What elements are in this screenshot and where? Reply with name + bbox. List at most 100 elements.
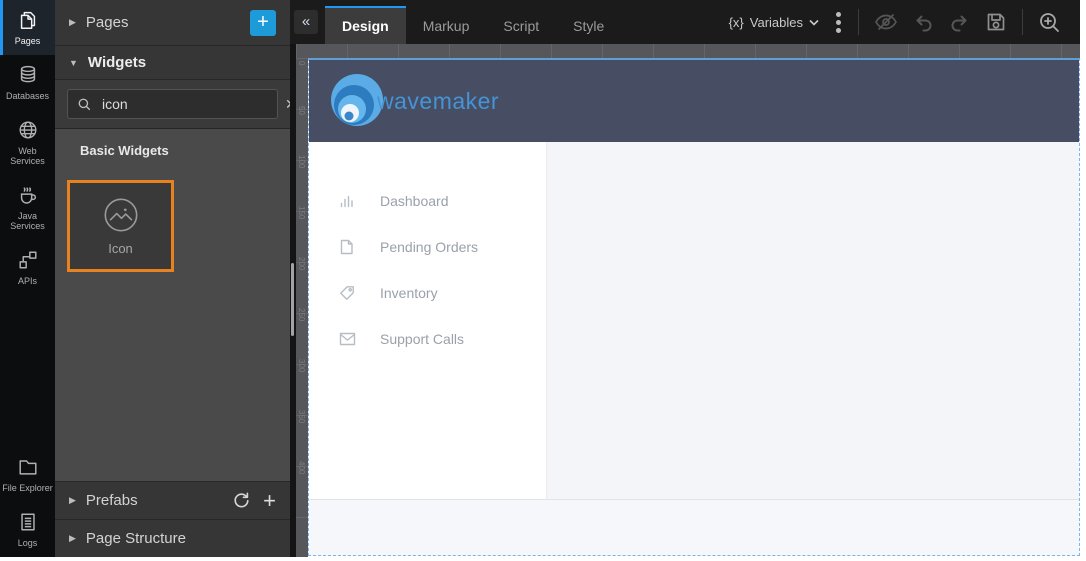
folder-icon bbox=[17, 455, 39, 479]
icon-widget-tile[interactable]: Icon bbox=[67, 180, 174, 272]
refresh-prefabs-icon[interactable] bbox=[232, 491, 251, 510]
toolbar-divider bbox=[1022, 9, 1023, 35]
widget-search-row: ✕ bbox=[55, 80, 297, 129]
widgets-section-header[interactable]: ▼ Widgets bbox=[55, 46, 290, 80]
editor-tabs: Design Markup Script Style bbox=[325, 6, 621, 44]
brand-name: wavemaker bbox=[377, 87, 500, 114]
variables-dropdown[interactable]: {x} Variables bbox=[729, 15, 819, 30]
variables-icon: {x} bbox=[728, 14, 744, 30]
widgets-section-label: Widgets bbox=[87, 54, 147, 71]
ruler-mark: 300 bbox=[297, 359, 306, 373]
prefabs-section-header[interactable]: ▶ Prefabs + bbox=[55, 481, 290, 520]
vertical-ruler: 0 50 100 150 200 250 300 350 400 bbox=[296, 58, 308, 557]
page-structure-section-header[interactable]: ▶ Page Structure bbox=[55, 520, 290, 557]
save-icon[interactable] bbox=[985, 11, 1007, 33]
add-prefab-icon[interactable]: + bbox=[263, 489, 276, 511]
sidebar-item-file-explorer[interactable]: File Explorer bbox=[0, 447, 55, 502]
bar-chart-icon bbox=[339, 193, 356, 209]
coffee-cup-icon bbox=[17, 183, 39, 207]
pages-panel: ▶ Pages + ▼ Widgets ✕ Basic Widgets bbox=[55, 0, 297, 557]
chevron-right-icon: ▶ bbox=[69, 17, 76, 27]
nav-item-label: Inventory bbox=[380, 285, 438, 301]
design-canvas[interactable]: wavemaker Dashboard Pending Orders Inven… bbox=[308, 58, 1080, 556]
sidebar-item-label: Pages bbox=[14, 36, 41, 46]
database-icon bbox=[17, 63, 39, 87]
sidebar-item-label: File Explorer bbox=[2, 483, 53, 493]
app-header[interactable]: wavemaker bbox=[309, 60, 1079, 142]
ruler-mark: 200 bbox=[297, 257, 306, 271]
chevron-down-icon bbox=[809, 19, 819, 26]
sidebar-item-logs[interactable]: Logs bbox=[0, 502, 55, 557]
chevron-right-icon: ▶ bbox=[69, 533, 76, 543]
rail-spacer bbox=[0, 295, 55, 447]
widget-results: Basic Widgets Icon bbox=[55, 129, 290, 481]
redo-icon[interactable] bbox=[949, 12, 970, 32]
wavemaker-studio-window: Pages Databases Web Services Java Servic… bbox=[0, 0, 1086, 561]
sidebar-item-label: Logs bbox=[17, 538, 38, 548]
chevron-down-icon: ▼ bbox=[69, 57, 78, 68]
pages-section-label: Pages bbox=[85, 14, 129, 31]
sidebar-item-label: Java Services bbox=[10, 211, 45, 231]
nav-item-inventory[interactable]: Inventory bbox=[309, 270, 546, 316]
ruler-mark: 50 bbox=[297, 106, 306, 115]
ruler-mark: 250 bbox=[297, 308, 306, 322]
nav-item-support-calls[interactable]: Support Calls bbox=[309, 316, 546, 362]
widget-tile-label: Icon bbox=[108, 241, 133, 256]
add-page-button[interactable]: + bbox=[250, 9, 276, 36]
ruler-mark: 0 bbox=[297, 61, 306, 66]
image-circle-icon bbox=[102, 196, 140, 234]
app-content-area[interactable] bbox=[547, 142, 1079, 499]
tab-design[interactable]: Design bbox=[325, 6, 406, 44]
tab-markup[interactable]: Markup bbox=[406, 6, 487, 44]
ruler-mark: 150 bbox=[297, 206, 306, 220]
chevron-right-icon: ▶ bbox=[69, 495, 76, 505]
document-icon bbox=[339, 239, 356, 255]
nav-item-pending-orders[interactable]: Pending Orders bbox=[309, 224, 546, 270]
nav-item-label: Pending Orders bbox=[380, 239, 479, 255]
app-footer[interactable] bbox=[309, 499, 1079, 555]
undo-icon[interactable] bbox=[913, 12, 934, 32]
tab-script[interactable]: Script bbox=[486, 6, 556, 44]
sidebar-item-label: Databases bbox=[5, 91, 50, 101]
pages-icon bbox=[17, 8, 39, 32]
collapse-panel-button[interactable]: « bbox=[294, 10, 318, 34]
ruler-mark: 350 bbox=[297, 410, 306, 424]
api-flow-icon bbox=[17, 248, 39, 272]
sidebar-item-label: APIs bbox=[17, 276, 37, 286]
nav-item-dashboard[interactable]: Dashboard bbox=[309, 178, 546, 224]
widget-group-title: Basic Widgets bbox=[80, 143, 169, 158]
toolbar-divider bbox=[858, 9, 859, 35]
sidebar-item-apis[interactable]: APIs bbox=[0, 240, 55, 295]
variables-label: Variables bbox=[749, 14, 803, 30]
app-body: Dashboard Pending Orders Inventory Suppo… bbox=[309, 142, 1079, 499]
editor-toolbar: « Design Markup Script Style {x} Variabl… bbox=[290, 0, 1080, 44]
app-left-nav: Dashboard Pending Orders Inventory Suppo… bbox=[309, 142, 547, 499]
globe-icon bbox=[17, 118, 39, 142]
tab-style[interactable]: Style bbox=[556, 6, 621, 44]
sidebar-item-databases[interactable]: Databases bbox=[0, 55, 55, 110]
activity-rail: Pages Databases Web Services Java Servic… bbox=[0, 0, 55, 557]
sidebar-item-label: Web Services bbox=[10, 146, 45, 166]
prefabs-section-label: Prefabs bbox=[85, 492, 138, 509]
more-options-icon[interactable] bbox=[834, 11, 843, 33]
page-structure-section-label: Page Structure bbox=[85, 530, 186, 547]
widget-search-box[interactable]: ✕ bbox=[67, 89, 297, 119]
horizontal-ruler bbox=[296, 44, 1080, 58]
preview-hidden-icon[interactable] bbox=[874, 12, 898, 32]
envelope-icon bbox=[339, 332, 356, 346]
search-input[interactable] bbox=[100, 95, 285, 113]
nav-item-label: Dashboard bbox=[380, 193, 449, 209]
toolbar-actions: {x} Variables bbox=[729, 9, 1080, 35]
search-icon bbox=[77, 97, 92, 112]
pages-section-header[interactable]: ▶ Pages + bbox=[55, 0, 290, 46]
zoom-in-icon[interactable] bbox=[1038, 11, 1061, 34]
ruler-mark: 400 bbox=[297, 461, 306, 475]
ruler-mark: 100 bbox=[297, 155, 306, 169]
log-file-icon bbox=[17, 510, 39, 534]
sidebar-item-web-services[interactable]: Web Services bbox=[0, 110, 55, 175]
sidebar-item-pages[interactable]: Pages bbox=[0, 0, 55, 55]
sidebar-item-java-services[interactable]: Java Services bbox=[0, 175, 55, 240]
tag-icon bbox=[339, 285, 356, 301]
nav-item-label: Support Calls bbox=[380, 331, 465, 347]
panel-scrollbar[interactable] bbox=[291, 263, 294, 336]
